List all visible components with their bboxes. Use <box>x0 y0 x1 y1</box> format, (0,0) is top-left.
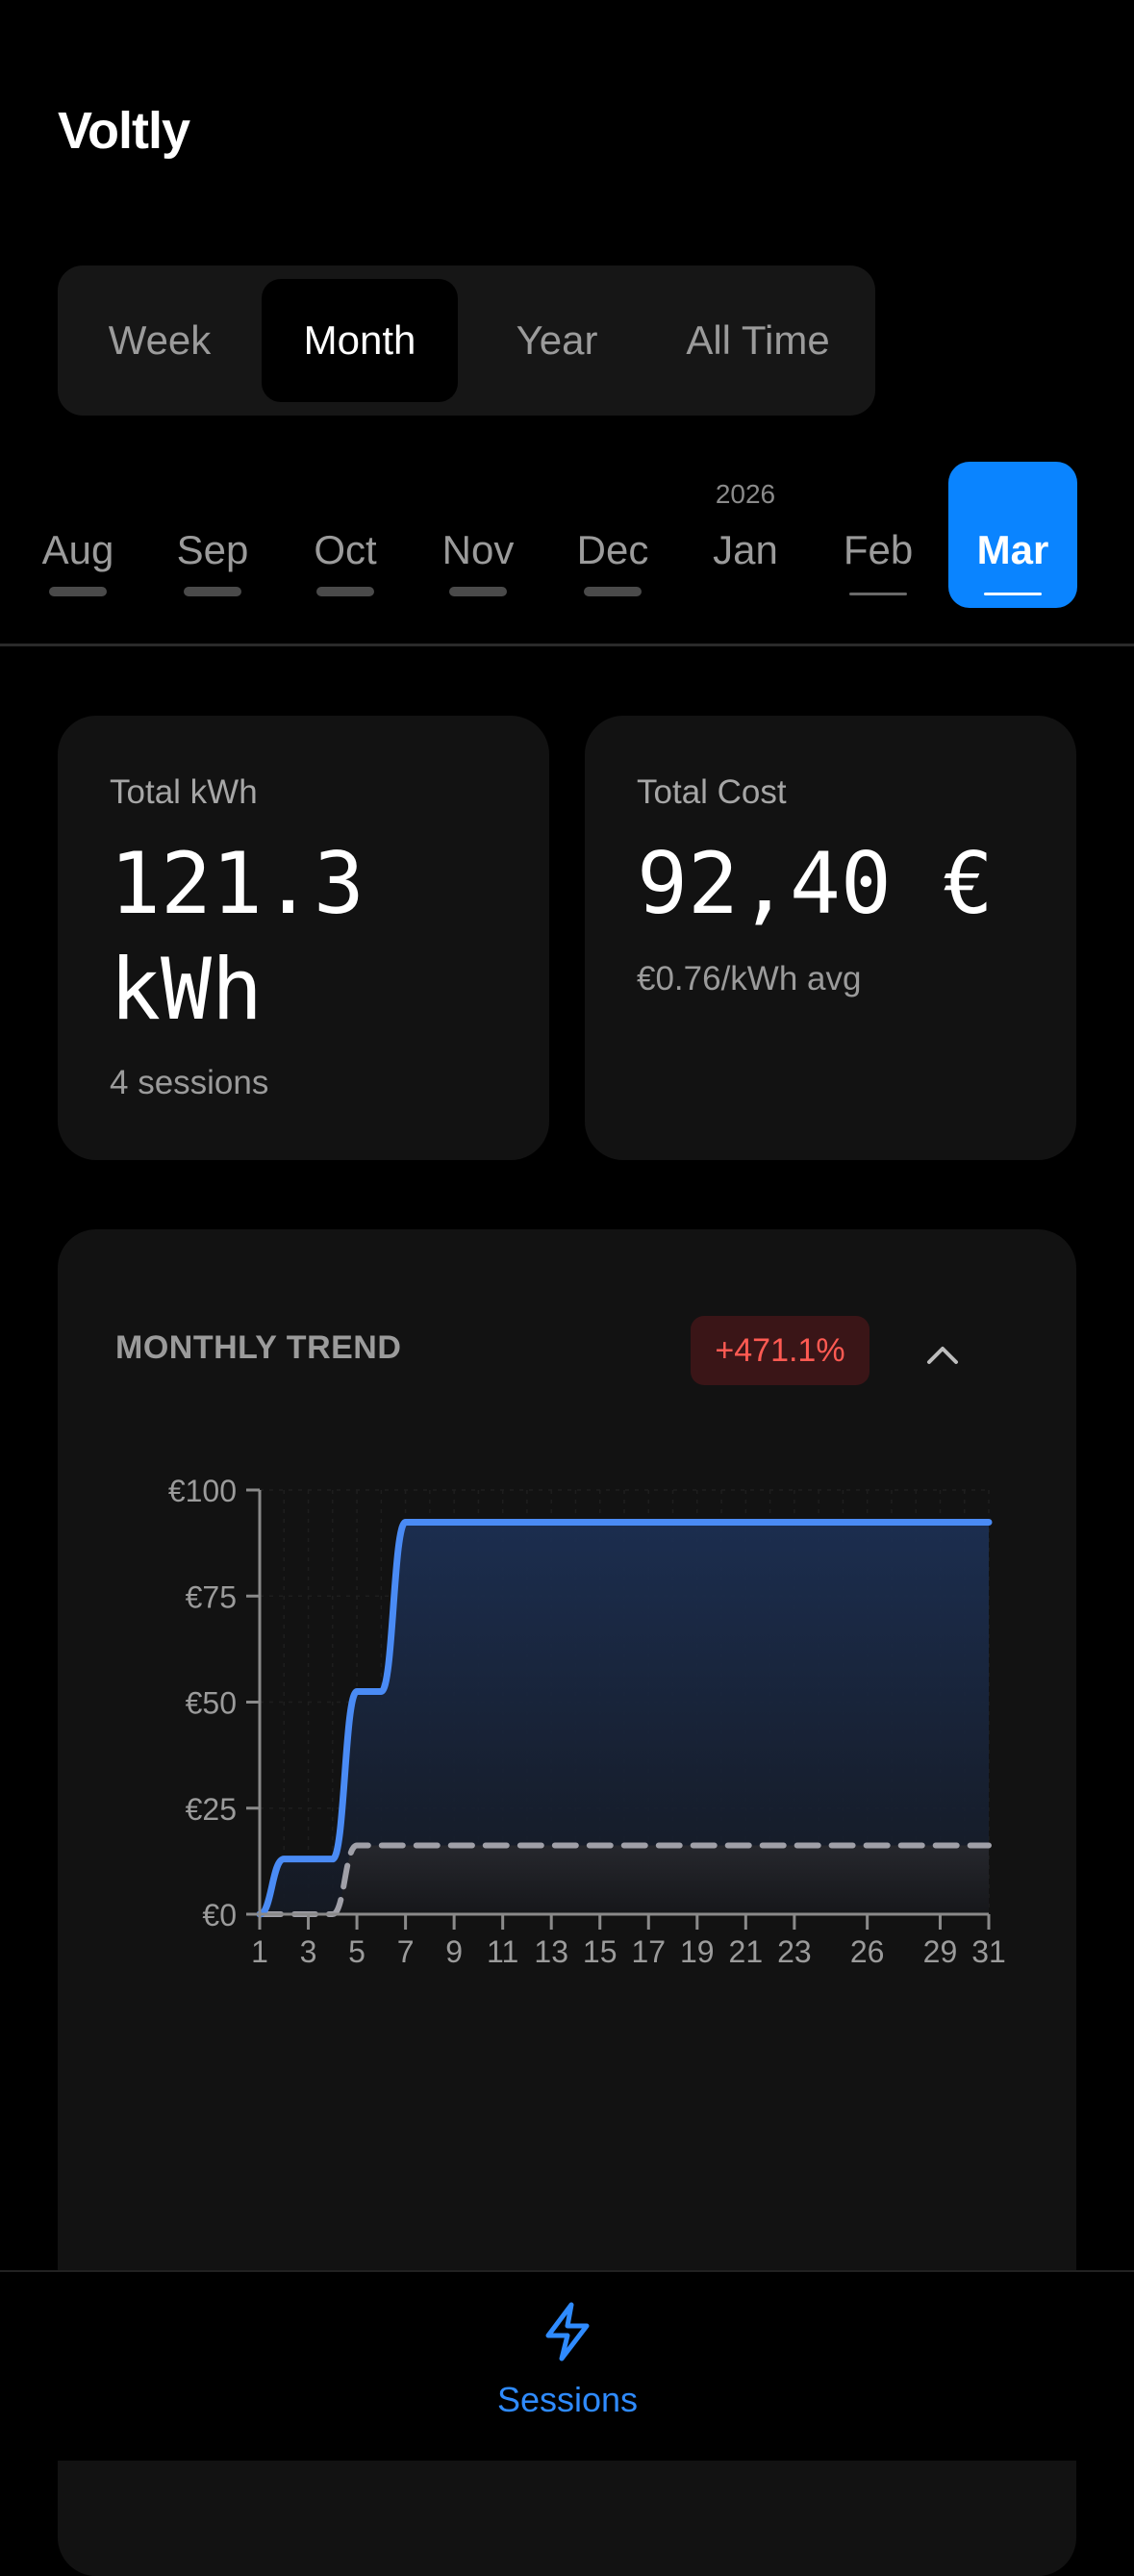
tab-all-time[interactable]: All Time <box>656 279 860 402</box>
total-cost-value: 92,40 € <box>637 834 994 933</box>
session-count: 4 sessions <box>110 1064 269 1101</box>
x-tick-label: 9 <box>445 1934 463 1969</box>
app-title: Voltly <box>58 102 190 160</box>
total-cost-caption: Total Cost <box>637 773 787 811</box>
series-area-previous <box>260 1845 989 1914</box>
x-tick-label: 3 <box>300 1934 317 1969</box>
x-tick-label: 26 <box>850 1934 885 1969</box>
month-nov[interactable]: Nov <box>416 452 541 606</box>
x-tick-label: 5 <box>348 1934 365 1969</box>
y-tick-label: €0 <box>202 1898 237 1932</box>
month-underline <box>984 593 1042 595</box>
month-data-indicator <box>584 587 642 596</box>
y-tick-label: €100 <box>168 1474 237 1508</box>
x-tick-label: 13 <box>534 1934 568 1969</box>
x-tick-label: 19 <box>680 1934 715 1969</box>
month-data-indicator <box>316 587 374 596</box>
month-aug[interactable]: Aug <box>15 452 140 606</box>
month-feb[interactable]: Feb <box>816 452 941 606</box>
x-tick-label: 23 <box>777 1934 812 1969</box>
month-selector: Aug Sep Oct Nov Dec 2026 Jan Feb Mar <box>0 452 1134 616</box>
total-kwh-caption: Total kWh <box>110 773 258 811</box>
month-dec[interactable]: Dec <box>550 452 675 606</box>
y-tick-label: €25 <box>186 1792 237 1827</box>
y-tick-label: €75 <box>186 1579 237 1614</box>
lightning-bolt-icon <box>539 2301 596 2362</box>
x-tick-label: 31 <box>971 1934 1006 1969</box>
divider <box>0 644 1134 646</box>
total-cost-card: Total Cost 92,40 € €0.76/kWh avg <box>585 716 1076 1160</box>
x-tick-label: 7 <box>397 1934 415 1969</box>
month-mar[interactable]: Mar <box>948 452 1077 608</box>
tab-year[interactable]: Year <box>458 279 656 402</box>
x-tick-label: 29 <box>923 1934 958 1969</box>
month-data-indicator <box>49 587 107 596</box>
avg-price: €0.76/kWh avg <box>637 960 862 998</box>
x-tick-label: 1 <box>251 1934 268 1969</box>
tab-week[interactable]: Week <box>58 279 262 402</box>
x-tick-label: 21 <box>729 1934 764 1969</box>
x-tick-label: 17 <box>631 1934 666 1969</box>
month-oct[interactable]: Oct <box>283 452 408 606</box>
x-tick-label: 15 <box>583 1934 617 1969</box>
tab-sessions[interactable]: Sessions <box>471 2301 664 2436</box>
bottom-tab-bar: Sessions <box>0 2270 1134 2461</box>
year-label: 2026 <box>715 479 776 509</box>
period-segmented-control: Week Month Year All Time <box>58 265 875 416</box>
total-kwh-value: 121.3 kWh <box>110 834 365 1039</box>
month-data-indicator <box>449 587 507 596</box>
x-tick-label: 11 <box>487 1934 518 1969</box>
month-data-indicator <box>184 587 241 596</box>
month-jan[interactable]: 2026 Jan <box>683 452 808 606</box>
tab-month[interactable]: Month <box>262 279 458 402</box>
y-tick-label: €50 <box>186 1686 237 1721</box>
month-sep[interactable]: Sep <box>150 452 275 606</box>
total-kwh-card: Total kWh 121.3 kWh 4 sessions <box>58 716 549 1160</box>
tab-sessions-label: Sessions <box>496 2380 639 2419</box>
month-underline <box>849 593 907 595</box>
